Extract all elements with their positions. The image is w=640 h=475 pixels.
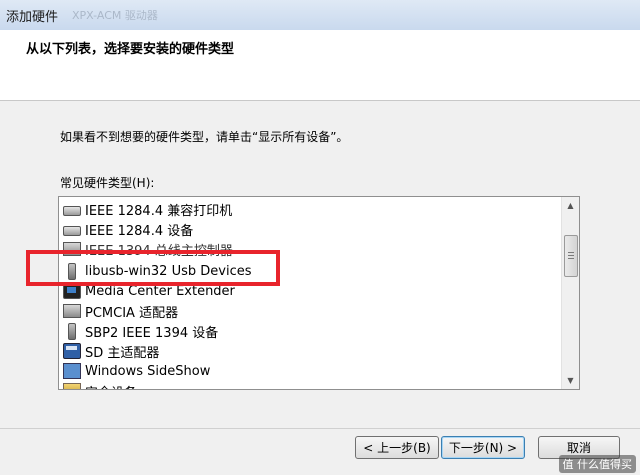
scroll-down-arrow-icon[interactable]: ▼ <box>562 372 579 389</box>
watermark: 值 什么值得买 <box>558 455 636 473</box>
scroll-up-arrow-icon[interactable]: ▲ <box>562 197 579 214</box>
list-item-label: PCMCIA 适配器 <box>85 305 179 321</box>
grip-line <box>568 252 574 253</box>
list-item[interactable]: IEEE 1284.4 兼容打印机 <box>63 199 563 219</box>
hardware-type-list[interactable]: IEEE 1284.4 兼容打印机 IEEE 1284.4 设备 IEEE 13… <box>58 196 580 390</box>
list-item-label: 安全设备 <box>85 382 137 390</box>
window-title: 添加硬件 <box>6 10 59 25</box>
list-item-label: IEEE 1284.4 兼容打印机 <box>85 203 233 219</box>
list-item-label: SBP2 IEEE 1394 设备 <box>85 325 219 341</box>
instruction-text: 如果看不到想要的硬件类型，请单击“显示所有设备”。 <box>60 130 349 144</box>
list-item-label: Windows SideShow <box>85 363 211 379</box>
list-item[interactable]: IEEE 1284.4 设备 <box>63 219 563 239</box>
wizard-header: 从以下列表，选择要安装的硬件类型 <box>0 30 640 101</box>
sideshow-icon <box>63 363 81 379</box>
footer-divider <box>0 428 640 429</box>
grip-line <box>568 258 574 259</box>
scroll-thumb[interactable] <box>564 235 578 277</box>
security-device-icon <box>63 383 81 389</box>
printer-icon <box>63 226 81 236</box>
title-bar: 添加硬件 XPX-ACM 驱动器 <box>0 0 640 31</box>
list-item-label: IEEE 1284.4 设备 <box>85 223 194 239</box>
list-item[interactable]: SD 主适配器 <box>63 341 563 361</box>
list-item[interactable]: 安全设备 <box>63 381 563 390</box>
list-item[interactable]: PCMCIA 适配器 <box>63 301 563 321</box>
usb-icon <box>68 322 76 340</box>
page-title: 从以下列表，选择要安装的硬件类型 <box>26 42 235 57</box>
card-icon <box>63 304 81 318</box>
grip-line <box>568 255 574 256</box>
back-button[interactable]: < 上一步(B) <box>355 436 439 459</box>
list-item-label: SD 主适配器 <box>85 345 160 361</box>
sd-card-icon <box>63 343 81 359</box>
printer-icon <box>63 206 81 216</box>
list-item[interactable]: Windows SideShow <box>63 361 563 381</box>
red-highlight-annotation <box>26 250 280 286</box>
list-item[interactable]: SBP2 IEEE 1394 设备 <box>63 321 563 341</box>
list-scrollbar[interactable]: ▲ ▼ <box>561 197 579 389</box>
hardware-list-label: 常见硬件类型(H): <box>60 176 155 190</box>
window-title-ghost: XPX-ACM 驱动器 <box>72 9 158 22</box>
next-button[interactable]: 下一步(N) > <box>441 436 525 459</box>
